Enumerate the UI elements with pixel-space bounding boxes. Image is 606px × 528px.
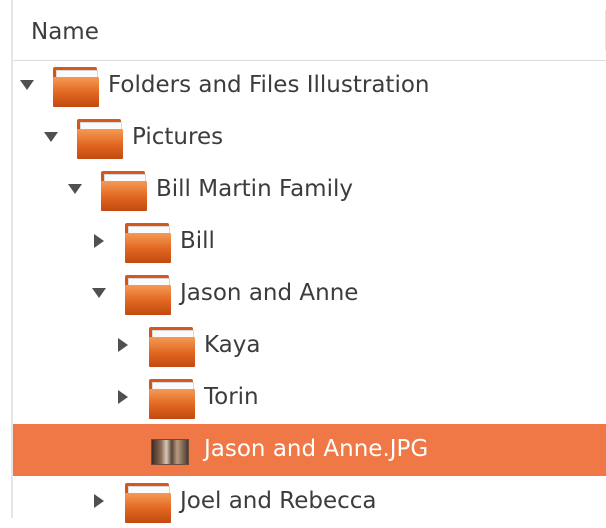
tree-row-label: Pictures	[132, 124, 224, 150]
expander-collapsed-icon[interactable]	[115, 389, 131, 405]
tree-row-jason-and-anne-jpg[interactable]: Jason and Anne.JPG	[13, 424, 606, 476]
tree-row-label: Bill	[180, 228, 215, 254]
folder-icon	[149, 327, 195, 367]
expander-collapsed-icon[interactable]	[91, 233, 107, 249]
tree-row-pictures[interactable]: Pictures	[13, 112, 606, 164]
folder-icon	[77, 119, 123, 159]
expander-expanded-icon[interactable]	[19, 77, 35, 93]
column-header-label: Name	[31, 19, 99, 45]
folder-icon	[125, 223, 171, 263]
tree-row-label: Joel and Rebecca	[180, 488, 377, 514]
tree-row-bill[interactable]: Bill	[13, 216, 606, 268]
column-header-name[interactable]: Name	[13, 0, 606, 61]
tree-row-label: Jason and Anne.JPG	[204, 436, 429, 462]
tree-row-joel-and-rebecca[interactable]: Joel and Rebecca	[13, 476, 606, 528]
folder-icon	[101, 171, 147, 211]
tree-row-folders-and-files-illustration[interactable]: Folders and Files Illustration	[13, 60, 606, 112]
image-thumbnail-icon	[151, 439, 189, 465]
tree-row-label: Kaya	[204, 332, 261, 358]
folder-icon	[125, 275, 171, 315]
folder-icon	[53, 67, 99, 107]
tree-row-bill-martin-family[interactable]: Bill Martin Family	[13, 164, 606, 216]
tree-row-torin[interactable]: Torin	[13, 372, 606, 424]
tree-row-label: Torin	[204, 384, 259, 410]
folder-icon	[149, 379, 195, 419]
tree-row-kaya[interactable]: Kaya	[13, 320, 606, 372]
expander-collapsed-icon[interactable]	[115, 337, 131, 353]
folder-icon	[125, 483, 171, 523]
expander-expanded-icon[interactable]	[91, 285, 107, 301]
expander-expanded-icon[interactable]	[43, 129, 59, 145]
tree-row-label: Folders and Files Illustration	[108, 72, 430, 98]
tree-row-label: Jason and Anne	[180, 280, 359, 306]
expander-collapsed-icon[interactable]	[91, 493, 107, 509]
tree-row-label: Bill Martin Family	[156, 176, 353, 202]
tree-row-jason-and-anne[interactable]: Jason and Anne	[13, 268, 606, 320]
expander-expanded-icon[interactable]	[67, 181, 83, 197]
